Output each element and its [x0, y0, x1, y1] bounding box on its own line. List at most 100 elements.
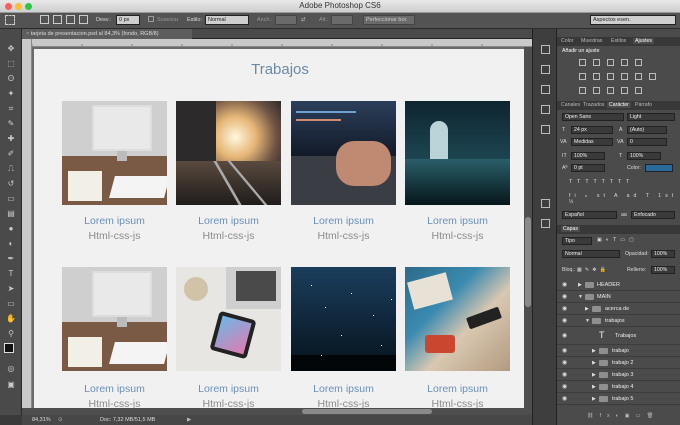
lasso-tool-icon[interactable]: ʘ	[5, 73, 17, 84]
font-size-input[interactable]: 24 px	[571, 126, 613, 134]
hand-tool-icon[interactable]: ✋	[5, 313, 17, 324]
brightness-adjust-icon[interactable]	[579, 59, 586, 66]
layer-row[interactable]: ◉ ▶ trabajo 4	[557, 381, 680, 393]
color-lookup-icon[interactable]	[649, 73, 656, 80]
blur-tool-icon[interactable]: ●	[5, 223, 17, 234]
invert-adjust-icon[interactable]	[579, 87, 586, 94]
tab-channels[interactable]: Canales	[561, 102, 580, 108]
levels-adjust-icon[interactable]	[593, 59, 600, 66]
brush-presets-icon[interactable]	[541, 125, 550, 134]
workspace-select[interactable]: Aspectos esen.	[590, 15, 676, 25]
vibrance-adjust-icon[interactable]	[635, 59, 642, 66]
expand-arrow-icon[interactable]: ▶	[592, 348, 596, 354]
tab-styles[interactable]: Estilos	[611, 38, 626, 44]
foreground-color-swatch[interactable]	[4, 343, 14, 353]
gradient-tool-icon[interactable]: ▤	[5, 208, 17, 219]
visibility-eye-icon[interactable]: ◉	[562, 359, 567, 366]
intersect-selection-icon[interactable]	[79, 15, 88, 24]
marquee-preset-icon[interactable]	[5, 15, 15, 25]
collapse-arrow-icon[interactable]: ▼	[585, 318, 590, 324]
exposure-adjust-icon[interactable]	[621, 59, 628, 66]
expand-arrow-icon[interactable]: ▶	[578, 282, 582, 288]
expand-arrow-icon[interactable]: ▶	[592, 372, 596, 378]
scroll-thumb[interactable]	[302, 409, 432, 414]
zoom-level[interactable]: 84,31%	[32, 417, 51, 423]
scroll-thumb[interactable]	[525, 217, 531, 307]
collapse-arrow-icon[interactable]: ▼	[578, 294, 583, 300]
visibility-eye-icon[interactable]: ◉	[562, 395, 567, 402]
tab-layers[interactable]: Capas	[561, 226, 580, 232]
layer-row[interactable]: ◉ ▶ trabajo	[557, 345, 680, 357]
tab-paragraph[interactable]: Párrafo	[635, 102, 652, 108]
layer-row[interactable]: ◉ ▶ trabajo 2	[557, 357, 680, 369]
history-panel-icon[interactable]	[541, 45, 550, 54]
text-style-buttons[interactable]: TTTTTTTT	[569, 179, 634, 185]
photo-filter-icon[interactable]	[621, 73, 628, 80]
vertical-scale-input[interactable]: 100%	[571, 152, 605, 160]
marquee-tool-icon[interactable]: ⬚	[5, 58, 17, 69]
color-balance-icon[interactable]	[593, 73, 600, 80]
layer-row[interactable]: ◉ ▶ trabajo 3	[557, 369, 680, 381]
actions-panel-icon[interactable]	[541, 65, 550, 74]
threshold-icon[interactable]	[607, 87, 614, 94]
fill-input[interactable]: 100%	[651, 266, 675, 274]
zoom-tool-icon[interactable]: ⚲	[5, 328, 17, 339]
new-selection-icon[interactable]	[40, 15, 49, 24]
eyedropper-tool-icon[interactable]: ✎	[5, 118, 17, 129]
baseline-input[interactable]: 0 pt	[571, 164, 605, 172]
font-color-swatch[interactable]	[645, 164, 673, 172]
opentype-buttons[interactable]: fi ℴ st A ad T 1st ½	[569, 193, 680, 205]
layer-footer-buttons[interactable]: ⛓fx◐▣▭🗑	[587, 413, 659, 419]
properties-panel-icon[interactable]	[541, 105, 550, 114]
antialias-method-select[interactable]: Enfocado	[631, 211, 675, 219]
layer-row-text[interactable]: ◉ T Trabajos	[557, 327, 680, 345]
leading-input[interactable]: (Auto)	[627, 126, 667, 134]
layer-row[interactable]: ◉ ▶ acerca de	[557, 303, 680, 315]
paragraph-styles-icon[interactable]	[541, 219, 550, 228]
visibility-eye-icon[interactable]: ◉	[562, 305, 567, 312]
history-brush-icon[interactable]: ↺	[5, 178, 17, 189]
add-selection-icon[interactable]	[53, 15, 62, 24]
layer-row[interactable]: ◉ ▼ trabajos	[557, 315, 680, 327]
layer-filter-select[interactable]: Tipo	[562, 237, 592, 245]
tab-swatches[interactable]: Muestras	[581, 38, 602, 44]
clone-stamp-icon[interactable]: ⎍	[5, 163, 17, 174]
type-tool-icon[interactable]: T	[5, 268, 17, 279]
close-tab-icon[interactable]: ×	[26, 31, 29, 37]
move-tool-icon[interactable]: ✥	[5, 43, 17, 54]
bw-adjust-icon[interactable]	[607, 73, 614, 80]
tab-character[interactable]: Carácter	[607, 102, 631, 108]
magic-wand-icon[interactable]: ✦	[5, 88, 17, 99]
width-input[interactable]	[275, 15, 297, 25]
opacity-input[interactable]: 100%	[651, 250, 675, 258]
font-family-select[interactable]: Open Sans	[562, 113, 624, 121]
gradient-map-icon[interactable]	[621, 87, 628, 94]
feather-input[interactable]: 0 px	[116, 15, 140, 25]
expand-arrow-icon[interactable]: ▶	[585, 306, 589, 312]
layer-row[interactable]: ◉ ▼ MAIN	[557, 291, 680, 303]
channel-mixer-icon[interactable]	[635, 73, 642, 80]
visibility-eye-icon[interactable]: ◉	[562, 281, 567, 288]
quick-mask-icon[interactable]: ◎	[5, 363, 17, 374]
height-input[interactable]	[331, 15, 353, 25]
shape-tool-icon[interactable]: ▭	[5, 298, 17, 309]
brush-tool-icon[interactable]: ✐	[5, 148, 17, 159]
tab-color[interactable]: Color	[561, 38, 573, 44]
status-arrow-icon[interactable]: ▶	[187, 417, 191, 423]
visibility-eye-icon[interactable]: ◉	[562, 383, 567, 390]
eraser-tool-icon[interactable]: ▭	[5, 193, 17, 204]
screen-mode-icon[interactable]: ▣	[5, 379, 17, 390]
document-canvas[interactable]: Trabajos Lorem ipsum Html-css-js Lorem i…	[34, 49, 526, 413]
dodge-tool-icon[interactable]: ◐	[5, 238, 17, 249]
crop-tool-icon[interactable]: ⌗	[5, 103, 17, 114]
hue-adjust-icon[interactable]	[579, 73, 586, 80]
tab-adjustments[interactable]: Ajustes	[633, 38, 655, 44]
layer-row[interactable]: ◉ ▶ trabajo 5	[557, 393, 680, 405]
status-share-icon[interactable]: ⊙	[58, 417, 63, 423]
lock-icons[interactable]: ▦✎✥🔒	[577, 267, 609, 273]
style-select[interactable]: Normal	[205, 15, 249, 25]
canvas-area[interactable]: Trabajos Lorem ipsum Html-css-js Lorem i…	[32, 47, 532, 415]
path-selection-icon[interactable]: ➤	[5, 283, 17, 294]
visibility-eye-icon[interactable]: ◉	[562, 347, 567, 354]
antialias-checkbox[interactable]	[148, 16, 154, 22]
